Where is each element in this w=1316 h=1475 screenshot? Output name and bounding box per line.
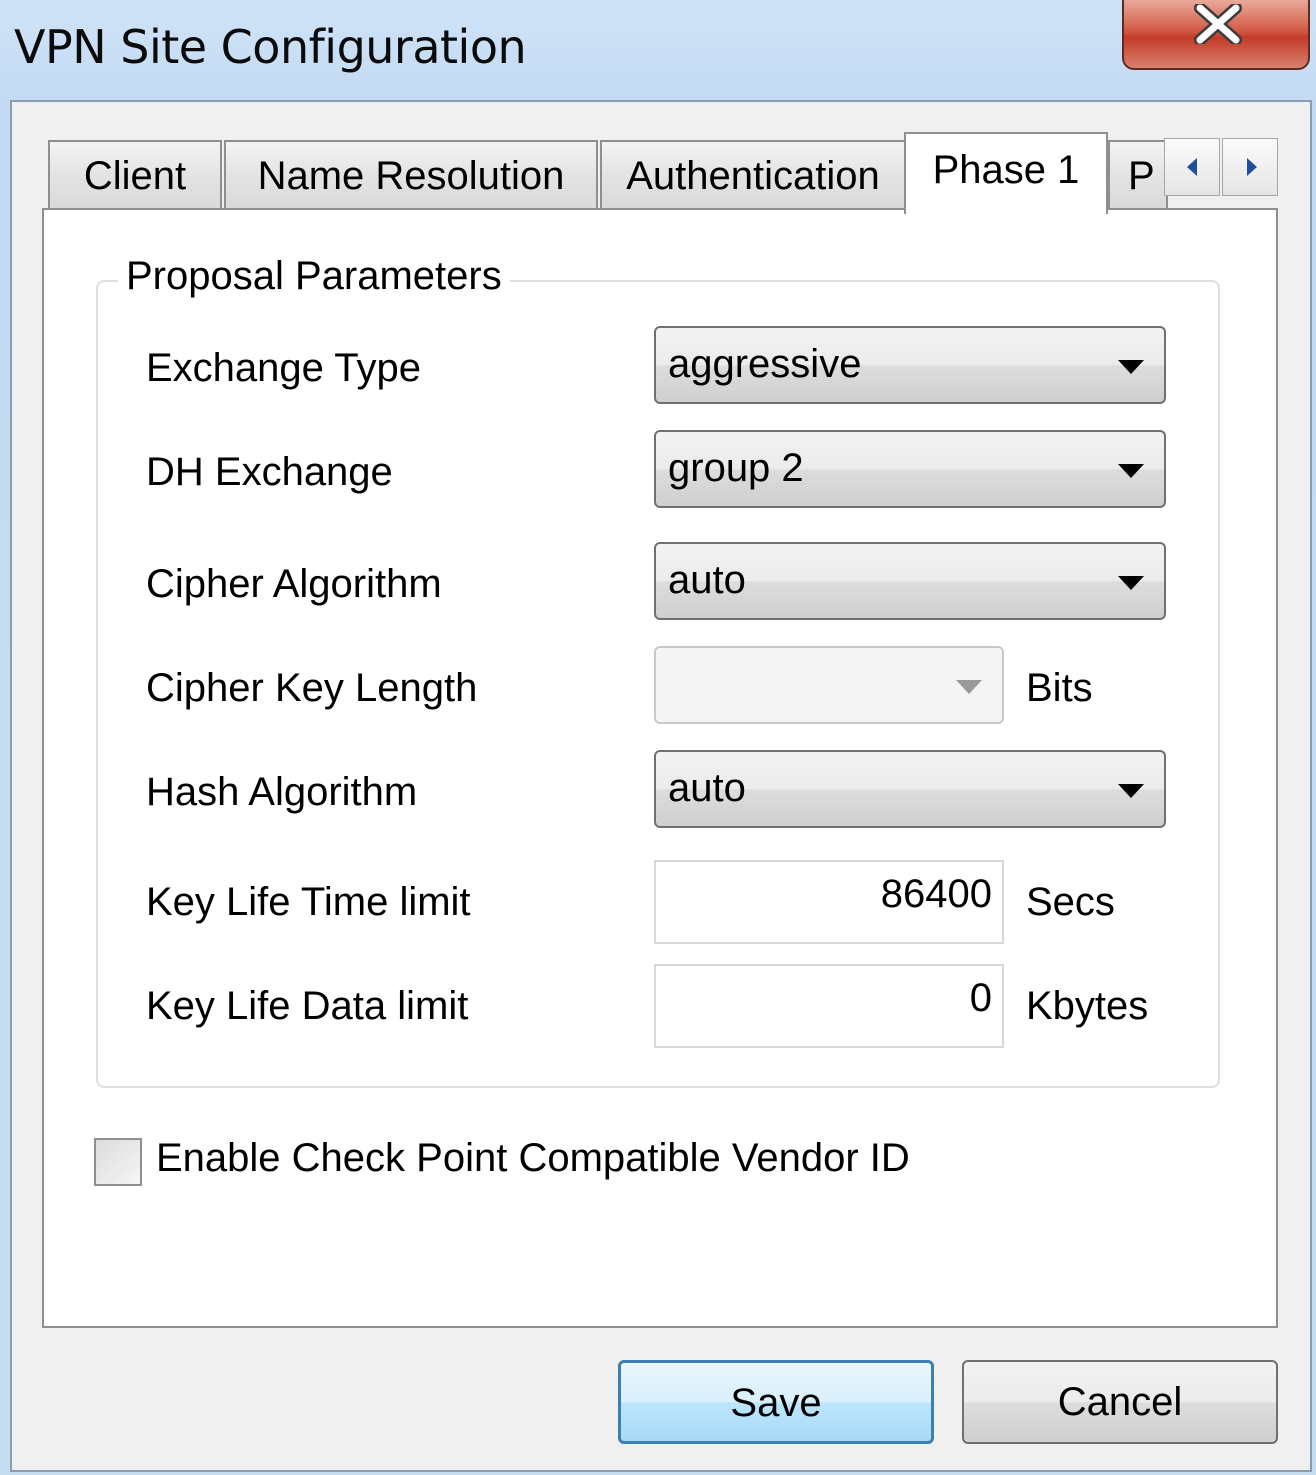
cipher-algorithm-label: Cipher Algorithm bbox=[146, 562, 442, 606]
tab-scroll-right-button[interactable] bbox=[1222, 138, 1278, 196]
select-value: aggressive bbox=[668, 342, 862, 386]
close-button[interactable] bbox=[1122, 0, 1310, 70]
cipher-key-length-label: Cipher Key Length bbox=[146, 666, 478, 710]
secs-unit-label: Secs bbox=[1026, 880, 1115, 924]
chevron-down-icon bbox=[1118, 464, 1144, 478]
tab-client[interactable]: Client bbox=[48, 140, 222, 210]
key-life-time-input[interactable]: 86400 bbox=[654, 860, 1004, 944]
select-value: auto bbox=[668, 558, 746, 602]
select-value: group 2 bbox=[668, 446, 804, 490]
hash-algorithm-select[interactable]: auto bbox=[654, 750, 1166, 828]
chevron-down-icon bbox=[1118, 576, 1144, 590]
close-icon bbox=[1194, 4, 1242, 44]
exchange-type-select[interactable]: aggressive bbox=[654, 326, 1166, 404]
select-value: auto bbox=[668, 766, 746, 810]
group-title: Proposal Parameters bbox=[118, 254, 510, 299]
cipher-key-length-select[interactable] bbox=[654, 646, 1004, 724]
cipher-algorithm-select[interactable]: auto bbox=[654, 542, 1166, 620]
chevron-down-icon bbox=[1118, 784, 1144, 798]
arrow-left-icon bbox=[1187, 158, 1197, 176]
hash-algorithm-label: Hash Algorithm bbox=[146, 770, 418, 814]
checkpoint-vendor-id-label[interactable]: Enable Check Point Compatible Vendor ID bbox=[156, 1136, 910, 1181]
checkpoint-vendor-id-checkbox[interactable] bbox=[94, 1138, 142, 1186]
tab-phase-1[interactable]: Phase 1 bbox=[904, 132, 1108, 214]
dh-exchange-label: DH Exchange bbox=[146, 450, 393, 494]
kbytes-unit-label: Kbytes bbox=[1026, 984, 1149, 1028]
key-life-time-label: Key Life Time limit bbox=[146, 880, 471, 924]
key-life-data-input[interactable]: 0 bbox=[654, 964, 1004, 1048]
window-title: VPN Site Configuration bbox=[14, 20, 527, 74]
input-value: 86400 bbox=[880, 872, 992, 916]
phase-1-panel: Proposal Parameters Exchange Type aggres… bbox=[42, 208, 1278, 1328]
tab-authentication[interactable]: Authentication bbox=[600, 140, 906, 210]
key-life-data-label: Key Life Data limit bbox=[146, 984, 469, 1028]
tab-name-resolution[interactable]: Name Resolution bbox=[224, 140, 598, 210]
dh-exchange-select[interactable]: group 2 bbox=[654, 430, 1166, 508]
cancel-button[interactable]: Cancel bbox=[962, 1360, 1278, 1444]
tab-scroll-left-button[interactable] bbox=[1164, 138, 1220, 196]
arrow-right-icon bbox=[1247, 158, 1257, 176]
save-button[interactable]: Save bbox=[618, 1360, 934, 1444]
input-value: 0 bbox=[969, 976, 992, 1020]
exchange-type-label: Exchange Type bbox=[146, 346, 422, 390]
chevron-down-icon bbox=[1118, 360, 1144, 374]
chevron-down-icon bbox=[956, 680, 982, 694]
bits-unit-label: Bits bbox=[1026, 666, 1093, 710]
tab-phase-2-partial[interactable]: P bbox=[1108, 140, 1168, 210]
vpn-site-configuration-dialog: VPN Site Configuration Client Name Resol… bbox=[0, 0, 1316, 1475]
title-bar[interactable]: VPN Site Configuration bbox=[0, 0, 1316, 100]
